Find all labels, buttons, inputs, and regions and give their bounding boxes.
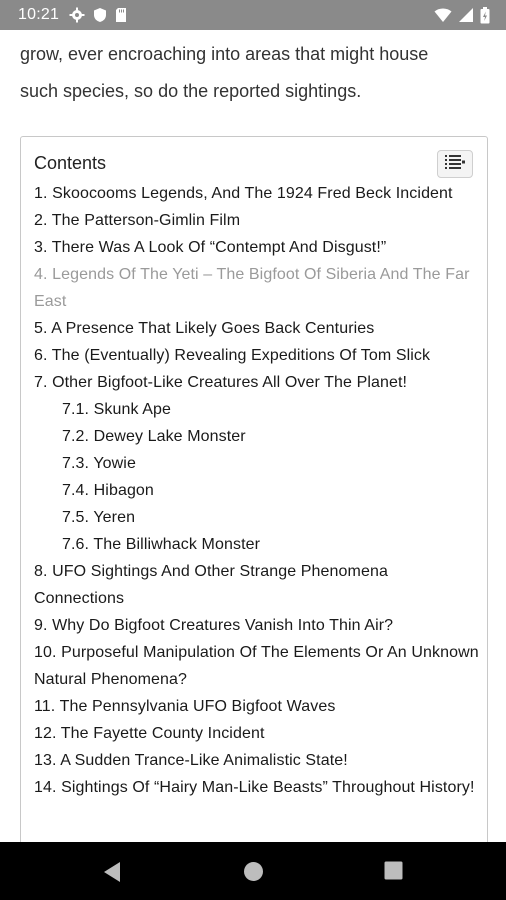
sd-card-icon xyxy=(115,7,127,23)
toc-item[interactable]: 14. Sightings Of “Hairy Man-Like Beasts”… xyxy=(34,774,479,801)
signal-icon xyxy=(458,7,474,23)
recents-icon[interactable] xyxy=(384,861,403,885)
toc-list: 1. Skoocooms Legends, And The 1924 Fred … xyxy=(34,180,479,801)
gear-icon xyxy=(69,7,85,23)
toc-item[interactable]: 9. Why Do Bigfoot Creatures Vanish Into … xyxy=(34,612,479,639)
toc-item[interactable]: 10. Purposeful Manipulation Of The Eleme… xyxy=(34,639,479,693)
toc-item[interactable]: 2. The Patterson-Gimlin Film xyxy=(34,207,479,234)
toc-subitem[interactable]: 7.1. Skunk Ape xyxy=(34,396,479,423)
intro-line: such species, so do the reported sightin… xyxy=(20,81,362,101)
toc-item[interactable]: 7. Other Bigfoot-Like Creatures All Over… xyxy=(34,369,479,396)
toc-subitem[interactable]: 7.6. The Billiwhack Monster xyxy=(34,531,479,558)
battery-icon xyxy=(480,6,490,24)
toc-toggle-button[interactable] xyxy=(437,150,473,178)
navigation-bar xyxy=(0,842,506,900)
status-bar: 10:21 xyxy=(0,0,506,30)
back-icon[interactable] xyxy=(102,861,122,888)
toc-item[interactable]: 6. The (Eventually) Revealing Expedition… xyxy=(34,342,479,369)
shield-icon xyxy=(93,7,107,23)
home-icon[interactable] xyxy=(243,861,264,887)
toc-item[interactable]: 4. Legends Of The Yeti – The Bigfoot Of … xyxy=(34,261,479,315)
toc-title: Contents xyxy=(34,153,107,173)
status-left-icons xyxy=(69,7,127,23)
toc-item[interactable]: 11. The Pennsylvania UFO Bigfoot Waves xyxy=(34,693,479,720)
toc-subitem[interactable]: 7.3. Yowie xyxy=(34,450,479,477)
article-intro: grow, ever encroaching into areas that m… xyxy=(20,36,490,110)
toc-item[interactable]: 13. A Sudden Trance-Like Animalistic Sta… xyxy=(34,747,479,774)
table-of-contents: Contents 1. Skoocooms Legends, And The 1… xyxy=(20,136,488,896)
toc-subitem[interactable]: 7.4. Hibagon xyxy=(34,477,479,504)
status-time: 10:21 xyxy=(18,6,60,23)
toc-item[interactable]: 12. The Fayette County Incident xyxy=(34,720,479,747)
toc-item[interactable]: 1. Skoocooms Legends, And The 1924 Fred … xyxy=(34,180,479,207)
toc-subitem[interactable]: 7.5. Yeren xyxy=(34,504,479,531)
status-right-icons xyxy=(434,6,490,24)
intro-line: grow, ever encroaching into areas that m… xyxy=(20,44,429,64)
toc-item[interactable]: 8. UFO Sightings And Other Strange Pheno… xyxy=(34,558,479,612)
toc-item[interactable]: 5. A Presence That Likely Goes Back Cent… xyxy=(34,315,479,342)
toc-subitem[interactable]: 7.2. Dewey Lake Monster xyxy=(34,423,479,450)
list-toggle-icon xyxy=(445,154,465,174)
toc-item[interactable]: 3. There Was A Look Of “Contempt And Dis… xyxy=(34,234,479,261)
wifi-icon xyxy=(434,7,452,23)
